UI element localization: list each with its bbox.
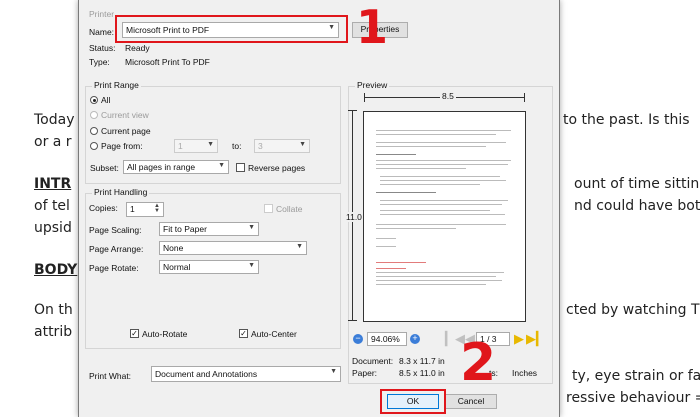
width-dimension-label: 8.5 (440, 91, 456, 101)
print-what-select[interactable]: Document and Annotations ▼ (151, 366, 341, 382)
doc-text: to the past. Is this (563, 112, 690, 128)
printer-name-label: Name: (89, 27, 115, 37)
print-what-value: Document and Annotations (155, 369, 258, 379)
copies-label: Copies: (89, 203, 118, 213)
zoom-out-icon[interactable]: − (353, 334, 363, 344)
ok-button-highlight (380, 389, 446, 414)
chevron-down-icon: ▼ (207, 141, 214, 148)
doc-heading: BODY (34, 262, 78, 278)
document-size-value: 8.3 x 11.7 in (399, 356, 445, 366)
reverse-pages-checkbox[interactable] (236, 163, 245, 172)
document-size-label: Document: (352, 356, 394, 366)
collate-label: Collate (276, 204, 303, 214)
paper-size-label: Paper: (352, 368, 378, 378)
doc-text: ty, eye strain or fat (572, 368, 700, 384)
page-rotate-label: Page Rotate: (89, 263, 139, 273)
print-handling-title: Print Handling (92, 187, 150, 197)
range-page-from-radio[interactable] (90, 142, 98, 150)
subset-label: Subset: (90, 163, 119, 173)
chevron-down-icon: ▼ (299, 141, 306, 148)
auto-center-label: Auto-Center (251, 329, 297, 339)
units-value: Inches (512, 368, 538, 378)
doc-text: cted by watching T (566, 302, 700, 318)
range-current-view-radio[interactable] (90, 111, 98, 119)
range-current-page-radio[interactable] (90, 127, 98, 135)
print-range-title: Print Range (92, 80, 141, 90)
collate-checkbox[interactable] (264, 204, 273, 213)
chevron-down-icon: ▼ (248, 262, 255, 269)
range-current-view-label: Current view (101, 110, 149, 120)
page-arrange-label: Page Arrange: (89, 244, 144, 254)
page-to-value: 3 (258, 141, 263, 151)
doc-heading: INTR (34, 176, 72, 192)
doc-text: ount of time sitting (574, 176, 700, 192)
printer-section-label: Printer (89, 9, 115, 19)
page-arrange-value: None (163, 243, 184, 253)
reverse-pages-label: Reverse pages (248, 163, 306, 173)
zoom-input[interactable]: 94.06% (367, 332, 407, 346)
doc-text: nd could have both (574, 198, 700, 214)
print-range-group: Print Range All Current view Current pag… (85, 80, 341, 184)
page-from-value: 1 (178, 141, 183, 151)
page-scaling-select[interactable]: Fit to Paper ▼ (159, 222, 259, 236)
status-value: Ready (125, 43, 150, 53)
print-what-label: Print What: (89, 371, 132, 381)
width-dimension-tick (364, 93, 365, 102)
paper-size-value: 8.5 x 11.0 in (399, 368, 445, 378)
range-page-from-label: Page from: (101, 141, 143, 151)
doc-text: upsid (34, 220, 72, 236)
step-2-marker: 2 (460, 333, 497, 393)
doc-text: attrib (34, 324, 73, 340)
page-to-select[interactable]: 3 ▼ (254, 139, 310, 153)
zoom-in-icon[interactable]: + (410, 334, 420, 344)
cancel-button[interactable]: Cancel (445, 394, 497, 409)
preview-title: Preview (355, 80, 390, 90)
printer-name-highlight (115, 15, 348, 43)
range-current-page-label: Current page (101, 126, 151, 136)
width-dimension-tick (524, 93, 525, 102)
copies-value: 1 (130, 204, 135, 214)
doc-text: of tel (34, 198, 70, 214)
page-scaling-label: Page Scaling: (89, 225, 142, 235)
subset-value: All pages in range (127, 162, 196, 172)
auto-rotate-checkbox[interactable]: ✓ (130, 329, 139, 338)
stepper-arrows-icon[interactable]: ▲ ▼ (154, 203, 160, 214)
zoom-value: 94.06% (371, 334, 400, 344)
copies-input[interactable]: 1 ▲ ▼ (126, 202, 164, 217)
page-scaling-value: Fit to Paper (163, 224, 207, 234)
doc-text: On th (34, 302, 73, 318)
type-label: Type: (89, 57, 110, 67)
height-dimension-tick (348, 110, 357, 111)
page-to-label: to: (232, 141, 242, 151)
height-dimension-label: 11.0 (346, 212, 362, 222)
chevron-down-icon: ▼ (296, 243, 303, 250)
page-arrange-select[interactable]: None ▼ (159, 241, 307, 255)
type-value: Microsoft Print To PDF (125, 57, 210, 67)
auto-rotate-label: Auto-Rotate (142, 329, 188, 339)
height-dimension-tick (348, 320, 357, 321)
preview-page-thumbnail (363, 111, 526, 322)
chevron-down-icon: ▼ (330, 368, 337, 375)
range-all-radio[interactable] (90, 96, 98, 104)
doc-text: ressive behaviour = (566, 390, 700, 406)
next-page-icon[interactable]: ▶ (514, 331, 524, 347)
auto-center-checkbox[interactable]: ✓ (239, 329, 248, 338)
step-1-marker: 1 (356, 0, 389, 54)
range-all-label: All (101, 95, 111, 105)
print-handling-group: Print Handling Copies: 1 ▲ ▼ Collate Page… (85, 187, 341, 349)
doc-text: or a r (34, 134, 72, 150)
subset-select[interactable]: All pages in range ▼ (123, 160, 229, 174)
chevron-down-icon: ▼ (248, 224, 255, 231)
page-from-select[interactable]: 1 ▼ (174, 139, 218, 153)
doc-text: Today (34, 112, 75, 128)
chevron-down-icon: ▼ (218, 162, 225, 169)
page-rotate-value: Normal (163, 262, 191, 272)
last-page-icon[interactable]: ▶▎ (526, 331, 546, 347)
page-rotate-select[interactable]: Normal ▼ (159, 260, 259, 274)
status-label: Status: (89, 43, 116, 53)
